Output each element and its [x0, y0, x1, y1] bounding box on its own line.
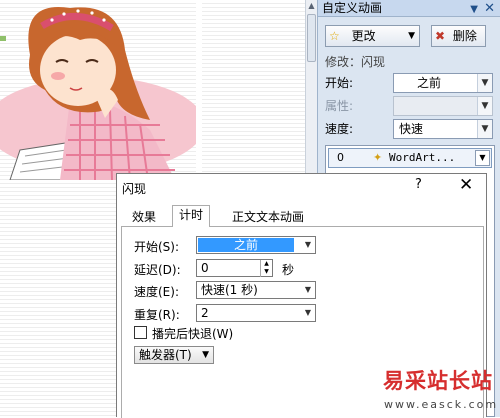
- repeat-label: 重复(R):: [134, 308, 180, 322]
- close-icon[interactable]: ✕: [459, 175, 473, 195]
- help-icon[interactable]: ?: [415, 177, 422, 192]
- delete-button-label: 删除: [452, 29, 477, 43]
- chevron-down-icon: ▼: [477, 120, 492, 138]
- speed-label: 速度:: [325, 122, 354, 136]
- delay-stepper[interactable]: ▲ ▼: [260, 260, 272, 277]
- property-select: ▼: [393, 96, 493, 116]
- watermark-url: www.easck.com: [384, 398, 499, 411]
- repeat-select[interactable]: 2 ▼: [196, 304, 316, 322]
- start-value: 之前: [198, 238, 294, 252]
- delete-icon: ✖: [435, 29, 446, 43]
- double-chevron-down-icon: ▼: [202, 350, 209, 360]
- start-value: 之前: [417, 76, 442, 90]
- list-item[interactable]: 0 ✦ WordArt... ▼: [328, 148, 492, 168]
- spin-down-icon[interactable]: ▼: [261, 268, 272, 276]
- watermark-text: 易采站长站: [383, 368, 493, 393]
- list-item-index: 0: [337, 151, 344, 164]
- speed-select[interactable]: 快速 ▼: [393, 119, 493, 139]
- tab-effect[interactable]: 效果: [125, 207, 163, 226]
- chevron-down-icon: ▼: [304, 240, 312, 249]
- speed-value: 快速(1 秒): [201, 283, 258, 297]
- pane-header: 自定义动画 ▼ ✕: [318, 0, 500, 17]
- speed-label: 速度(E):: [134, 285, 179, 299]
- rewind-label: 播完后快退(W): [152, 327, 234, 341]
- delay-unit: 秒: [282, 263, 295, 277]
- scroll-up-icon[interactable]: ▲: [306, 0, 317, 12]
- delay-value: 0: [201, 261, 209, 275]
- delay-input[interactable]: 0 ▲ ▼: [196, 259, 273, 277]
- scrollbar-thumb[interactable]: [307, 14, 316, 62]
- trigger-button[interactable]: 触发器(T) ▼: [134, 346, 214, 364]
- speed-value: 快速: [399, 122, 424, 136]
- chevron-down-icon: ▼: [477, 97, 492, 115]
- tab-timing[interactable]: 计时: [172, 205, 211, 227]
- chevron-down-icon: ▼: [304, 285, 312, 294]
- delay-label: 延迟(D):: [134, 263, 181, 277]
- spin-up-icon[interactable]: ▲: [261, 260, 272, 268]
- delete-button[interactable]: ✖ 删除: [431, 25, 486, 47]
- dialog-title: 闪现: [122, 182, 147, 196]
- repeat-value: 2: [201, 306, 209, 320]
- property-label: 属性:: [325, 99, 354, 113]
- start-label: 开始:: [325, 76, 354, 90]
- speed-select[interactable]: 快速(1 秒) ▼: [196, 281, 316, 299]
- chevron-down-icon: ▼: [408, 31, 415, 41]
- rewind-checkbox[interactable]: [134, 326, 147, 339]
- tab-text-animation[interactable]: 正文文本动画: [225, 207, 311, 226]
- start-select[interactable]: 之前 ▼: [196, 236, 316, 254]
- start-select[interactable]: 之前 ▼: [393, 73, 493, 93]
- trigger-label: 触发器(T): [139, 348, 192, 362]
- cartoon-girl-clipart[interactable]: [0, 0, 196, 180]
- start-label: 开始(S):: [134, 240, 180, 254]
- modify-label: 修改：闪现: [325, 55, 386, 69]
- effect-star-icon: ✦: [373, 151, 383, 164]
- star-icon: ☆: [329, 29, 340, 43]
- chevron-down-icon[interactable]: ▼: [475, 150, 490, 166]
- change-button[interactable]: ☆ 更改 ▼: [325, 25, 420, 47]
- chevron-down-icon: ▼: [304, 308, 312, 317]
- pane-title: 自定义动画: [322, 1, 383, 15]
- pane-menu-icon[interactable]: ▼: [470, 1, 478, 18]
- pane-close-icon[interactable]: ✕: [484, 0, 495, 17]
- list-item-text: WordArt...: [389, 151, 456, 164]
- chevron-down-icon: ▼: [477, 74, 492, 92]
- dialog-tabs: 效果 计时 正文文本动画: [117, 205, 488, 227]
- change-button-label: 更改: [351, 29, 376, 43]
